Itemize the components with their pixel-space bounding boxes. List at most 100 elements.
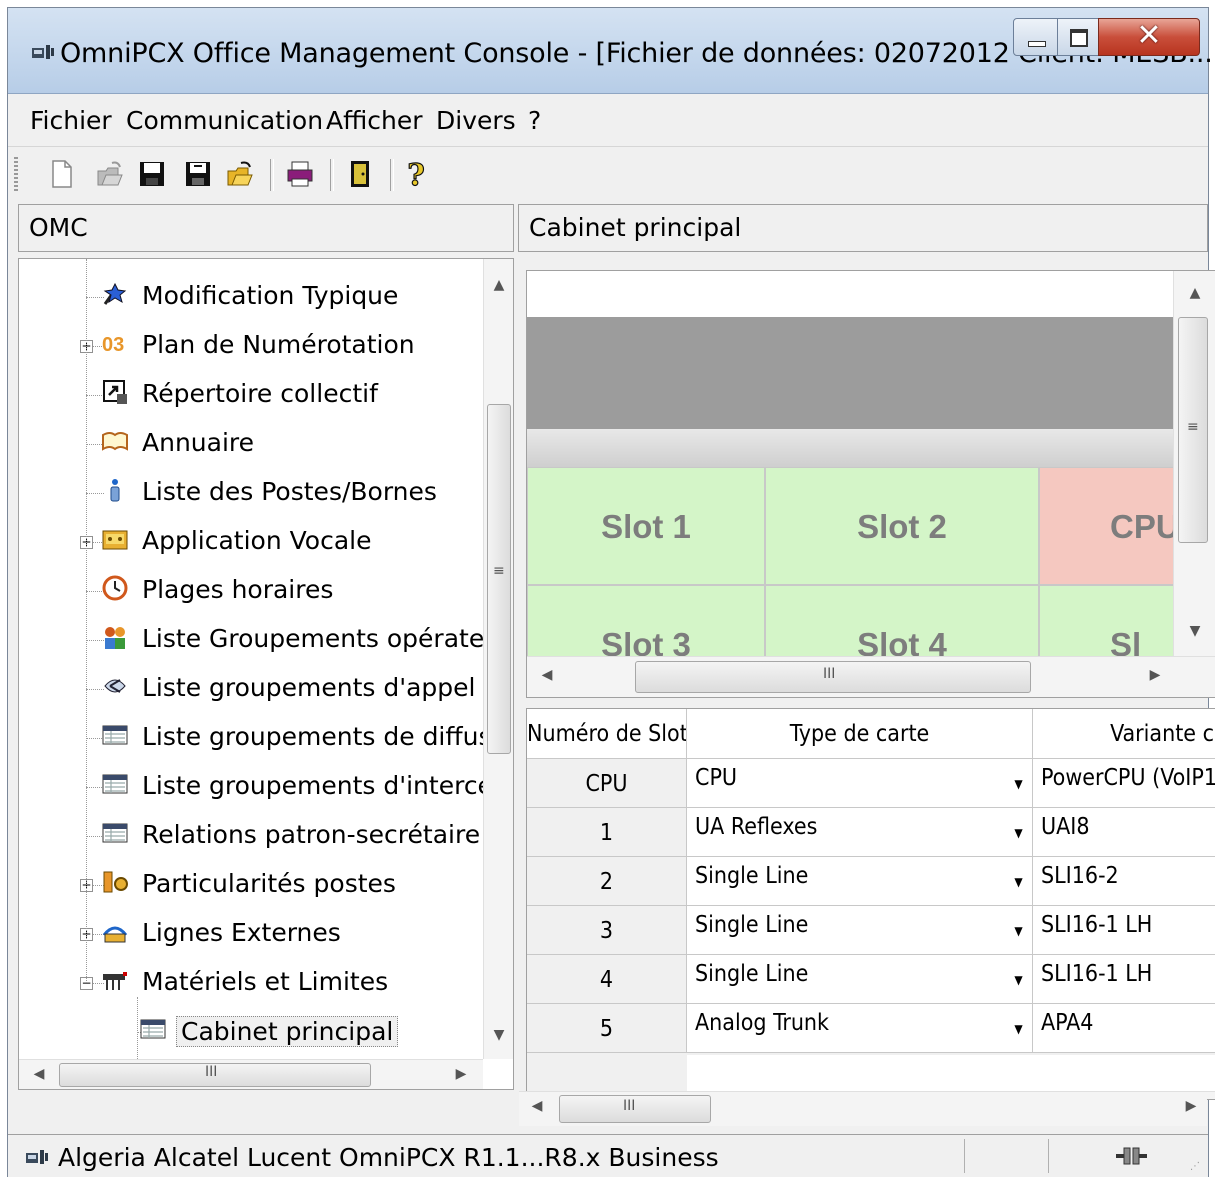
dropdown-arrow-icon[interactable]: ▼: [1005, 759, 1033, 808]
dropdown-arrow-icon[interactable]: ▼: [1005, 857, 1033, 906]
status-separator: [1048, 1139, 1049, 1173]
close-button[interactable]: ✕: [1098, 18, 1200, 56]
table-row-slot-number[interactable]: 4: [527, 955, 687, 1004]
exit-door-icon[interactable]: [346, 159, 374, 189]
table-row-slot-number[interactable]: 3: [527, 906, 687, 955]
menu-afficher[interactable]: Afficher: [326, 106, 423, 135]
status-bar: Algeria Alcatel Lucent OmniPCX R1.1...R8…: [8, 1134, 1208, 1177]
minimize-button[interactable]: [1013, 18, 1058, 56]
cabinet-slot[interactable]: Sl: [1039, 585, 1173, 656]
card-variant-cell[interactable]: SLI16-1 LH: [1033, 906, 1215, 955]
cabinet-horizontal-scrollbar[interactable]: ◀ III ▶: [527, 656, 1215, 697]
help-icon[interactable]: ?: [402, 159, 430, 189]
right-panel-header: Cabinet principal: [518, 204, 1208, 252]
menu-communication[interactable]: Communication: [126, 106, 323, 135]
card-variant-cell[interactable]: PowerCPU (VoIP1(: [1033, 759, 1215, 808]
scroll-right-arrow-icon[interactable]: ▶: [1181, 1098, 1201, 1114]
column-header-slot-number[interactable]: Numéro de Slot: [527, 709, 687, 759]
scroll-left-arrow-icon[interactable]: ◀: [527, 1098, 547, 1114]
cabinet-slot[interactable]: CPU: [1039, 467, 1173, 585]
scroll-down-arrow-icon[interactable]: ▼: [489, 1027, 509, 1043]
external-lines-icon: [101, 917, 129, 945]
card-variant-cell[interactable]: APA4: [1033, 1004, 1215, 1053]
scroll-down-arrow-icon[interactable]: ▼: [1185, 623, 1205, 639]
toolbar-grip[interactable]: [14, 157, 18, 191]
menu-fichier[interactable]: Fichier: [30, 106, 112, 135]
tree-item-label: Liste groupements d'appel: [142, 673, 476, 702]
tree-item-label: Liste Groupements opérateurs: [142, 624, 514, 653]
card-variant-cell[interactable]: SLI16-1 LH: [1033, 955, 1215, 1004]
tree-scroll-thumb[interactable]: [487, 404, 511, 754]
tree-item-label: Lignes Externes: [142, 918, 341, 947]
save-icon[interactable]: [138, 159, 166, 189]
app-icon: [32, 45, 54, 59]
info-user-icon: [101, 476, 129, 504]
app-icon: [26, 1150, 48, 1164]
svg-text:?: ?: [407, 159, 425, 189]
cabinet-slot[interactable]: Slot 3: [527, 585, 765, 656]
toolbar: ?: [8, 147, 1208, 202]
table-row-slot-number[interactable]: 5: [527, 1004, 687, 1053]
scroll-right-arrow-icon[interactable]: ▶: [451, 1066, 471, 1082]
grid-list-icon: [101, 721, 129, 749]
connection-plug-icon: [1116, 1147, 1147, 1165]
cabinet-slot[interactable]: Slot 1: [527, 467, 765, 585]
dropdown-arrow-icon[interactable]: ▼: [1005, 906, 1033, 955]
menu-help[interactable]: ?: [528, 106, 541, 135]
open-icon[interactable]: [226, 159, 254, 189]
scroll-right-arrow-icon[interactable]: ▶: [1145, 667, 1165, 683]
card-type-cell[interactable]: Single Line: [687, 857, 1005, 906]
scroll-grip-icon: III: [823, 666, 836, 682]
card-type-cell[interactable]: UA Reflexes: [687, 808, 1005, 857]
column-header-card-type[interactable]: Type de carte: [687, 709, 1033, 759]
dropdown-arrow-icon[interactable]: ▼: [1005, 955, 1033, 1004]
card-type-cell[interactable]: Analog Trunk: [687, 1004, 1005, 1053]
cabinet-view[interactable]: Slot 1 Slot 2 CPU Slot 3 Slot 4 Sl ▲ ≡ ▼ ◀ II…: [526, 270, 1215, 698]
dropdown-arrow-icon[interactable]: ▼: [1005, 808, 1033, 857]
card-variant-cell[interactable]: UAI8: [1033, 808, 1215, 857]
tree-item-label: Annuaire: [142, 428, 255, 457]
tree-item-label: Modification Typique: [142, 281, 399, 310]
tree-item-label: Liste des Postes/Bornes: [142, 477, 437, 506]
menu-bar: Fichier Communication Afficher Divers ?: [8, 94, 1208, 147]
table-row-slot-number[interactable]: 2: [527, 857, 687, 906]
card-type-cell[interactable]: CPU: [687, 759, 1005, 808]
scroll-left-arrow-icon[interactable]: ◀: [537, 667, 557, 683]
cabinet-slot[interactable]: Slot 4: [765, 585, 1039, 656]
new-file-icon[interactable]: [48, 159, 76, 189]
table-row-slot-number[interactable]: CPU: [527, 759, 687, 808]
card-variant-cell[interactable]: SLI16-2: [1033, 857, 1215, 906]
voice-app-icon: [101, 525, 129, 553]
toolbar-separator: [390, 159, 394, 191]
tree-item-label: Relations patron-secrétaire: [142, 820, 481, 849]
tree-connector: [86, 259, 87, 983]
card-type-cell[interactable]: Single Line: [687, 955, 1005, 1004]
dropdown-arrow-icon[interactable]: ▼: [1005, 1004, 1033, 1053]
slot-table[interactable]: Numéro de Slot Type de carte Variante c …: [526, 708, 1215, 1100]
phone-features-icon: [101, 868, 129, 896]
column-header-variant[interactable]: Variante c: [1033, 709, 1215, 759]
scroll-up-arrow-icon[interactable]: ▲: [1185, 285, 1205, 301]
title-bar[interactable]: OmniPCX Office Management Console - [Fic…: [8, 8, 1213, 94]
cabinet-vertical-scrollbar[interactable]: ▲ ≡ ▼: [1173, 271, 1215, 656]
cabinet-rail: [527, 429, 1173, 467]
table-horizontal-scrollbar[interactable]: ◀ III ▶: [519, 1091, 1207, 1126]
navigation-tree[interactable]: Modification Typique 03 Plan de Numérotati…: [18, 258, 514, 1090]
tree-item-label: Liste groupements d'interceptio: [142, 771, 514, 800]
scroll-grip-icon: ≡: [493, 563, 505, 579]
resize-grip-icon[interactable]: ⋰: [1190, 1161, 1200, 1172]
cabinet-slot[interactable]: Slot 2: [765, 467, 1039, 585]
print-icon[interactable]: [286, 159, 314, 189]
tree-vertical-scrollbar[interactable]: ▲ ≡ ▼: [483, 259, 513, 1059]
open-folder-icon[interactable]: [96, 159, 124, 189]
tree-horizontal-scrollbar[interactable]: ◀ III ▶: [19, 1059, 483, 1089]
save-as-icon[interactable]: [184, 159, 212, 189]
tree-item-label: Liste groupements de diffusion: [142, 722, 514, 751]
scroll-up-arrow-icon[interactable]: ▲: [489, 277, 509, 293]
maximize-button[interactable]: [1057, 18, 1099, 56]
table-row-slot-number[interactable]: 1: [527, 808, 687, 857]
card-type-cell[interactable]: Single Line: [687, 906, 1005, 955]
menu-divers[interactable]: Divers: [436, 106, 516, 135]
toolbar-separator: [270, 159, 274, 191]
scroll-left-arrow-icon[interactable]: ◀: [29, 1066, 49, 1082]
